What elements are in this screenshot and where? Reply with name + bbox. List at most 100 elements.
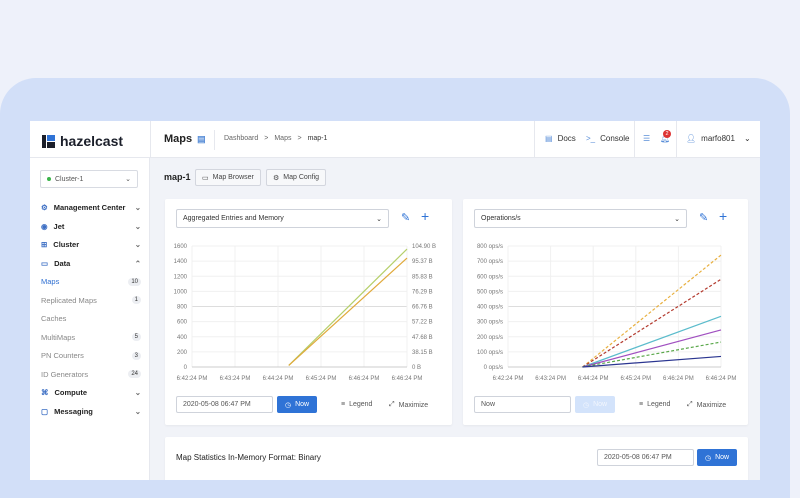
sidebar-item-label: Compute — [54, 388, 88, 397]
y-tick-label: 0 ops/s — [484, 365, 503, 371]
chevron-down-icon: ⌄ — [125, 176, 131, 183]
map-config-button[interactable]: ⚙ Map Config — [266, 169, 327, 186]
cluster-select[interactable]: Cluster-1 ⌄ — [40, 170, 138, 188]
sidebar-item-label: Messaging — [54, 406, 93, 416]
sidebar-item-management-center[interactable]: ⚙ Management Center ⌄ — [41, 203, 141, 212]
series-line-s3 — [582, 315, 722, 368]
jet-icon: ◉ — [41, 221, 48, 231]
maximize-button[interactable]: ⤢ Maximize — [687, 401, 726, 409]
compute-icon: ⌘ — [41, 388, 49, 397]
chart-card-entries: Aggregated Entries and Memory ⌄ ✎ + 0 200 4… — [165, 199, 452, 425]
stats-time-input[interactable]: 2020-05-08 06:47 PM — [597, 449, 694, 466]
crumb-map-1: map-1 — [307, 135, 328, 142]
edit-icon[interactable]: ✎ — [401, 211, 410, 224]
status-dot — [47, 177, 51, 181]
maximize-icon: ⤢ — [687, 401, 693, 408]
time-input[interactable]: Now — [474, 396, 571, 413]
breadcrumb: Dashboard > Maps > map-1 — [224, 135, 328, 142]
folder-icon: ▭ — [41, 258, 49, 268]
doc-icon[interactable]: ▤ — [197, 134, 206, 145]
legend-button[interactable]: ≡ Legend — [639, 401, 670, 408]
legend-icon: ≡ — [341, 401, 346, 408]
sidebar-item-maps[interactable]: Maps 10 — [41, 277, 141, 286]
now-label: Now — [593, 401, 608, 408]
y2-tick-label: 66.76 B — [412, 305, 433, 311]
y-tick-label: 600 — [177, 320, 188, 326]
metric-select-value: Operations/s — [481, 215, 521, 222]
y-tick-label: 1200 — [174, 274, 188, 280]
now-button[interactable]: ◷ Now — [277, 396, 318, 413]
docs-link[interactable]: ▤ Docs — [545, 134, 576, 143]
y-tick-label: 800 ops/s — [477, 244, 503, 250]
clock-icon: ◷ — [705, 454, 712, 462]
x-tick-label: 6:46:24 PM — [349, 376, 380, 382]
user-name: marfo801 — [701, 134, 735, 143]
y2-tick-label: 0 B — [412, 365, 421, 371]
sidebar-item-replicated-maps[interactable]: Replicated Maps 1 — [41, 296, 141, 305]
metric-select[interactable]: Operations/s ⌄ — [474, 209, 687, 228]
sidebar-item-label: MultiMaps — [41, 332, 76, 342]
sidebar-item-caches[interactable]: Caches — [41, 314, 141, 323]
crumb-maps[interactable]: Maps — [274, 135, 291, 142]
map-browser-button[interactable]: ▭ Map Browser — [195, 169, 261, 186]
terminal-icon: >_ — [586, 134, 596, 143]
y2-tick-label: 85.83 B — [412, 274, 433, 280]
legend-label: Legend — [349, 401, 373, 408]
clock-icon: ◷ — [583, 401, 590, 409]
sidebar-item-compute[interactable]: ⌘ Compute ⌄ — [41, 388, 141, 397]
clock-icon: ◷ — [285, 401, 292, 409]
console-label: Console — [600, 134, 630, 143]
header: hazelcast Maps ▤ Dashboard > Maps > map-1 ▤ Do… — [30, 121, 760, 158]
y-tick-label: 1000 — [174, 289, 188, 295]
add-icon[interactable]: + — [421, 208, 429, 224]
y-tick-label: 600 ops/s — [477, 274, 503, 280]
sidebar-item-label: Maps — [41, 277, 60, 286]
y2-tick-label: 47.68 B — [412, 335, 433, 341]
sidebar-item-jet[interactable]: ◉ Jet ⌄ — [41, 222, 141, 231]
chevron-down-icon: ⌄ — [376, 215, 382, 223]
sidebar-item-messaging[interactable]: ▢ Messaging ⌄ — [41, 407, 141, 416]
user-icon: 👤︎ — [686, 134, 697, 143]
sidebar-item-multimaps[interactable]: MultiMaps 5 — [41, 333, 141, 342]
series-line-memory — [288, 257, 408, 366]
hazelcast-logo-icon — [42, 134, 55, 148]
gear-icon: ⚙ — [273, 174, 280, 182]
y-tick-label: 200 — [177, 350, 188, 356]
y-tick-label: 400 — [177, 335, 188, 341]
x-tick-label: 6:46:24 PM — [663, 376, 694, 382]
time-input[interactable]: 2020-05-08 06:47 PM — [176, 396, 273, 413]
sidebar-item-cluster[interactable]: ⊞ Cluster ⌄ — [41, 240, 141, 249]
crumb-dashboard[interactable]: Dashboard — [224, 135, 258, 142]
sidebar-item-data[interactable]: ▭ Data ⌃ — [41, 259, 141, 268]
x-tick-label: 6:44:24 PM — [263, 376, 294, 382]
console-link[interactable]: >_ Console — [586, 134, 629, 143]
now-label: Now — [295, 401, 310, 408]
y-tick-label: 1600 — [174, 244, 188, 250]
chevron-down-icon: ⌄ — [674, 215, 680, 223]
y2-tick-label: 38.15 B — [412, 350, 433, 356]
add-icon[interactable]: + — [719, 208, 727, 224]
grid-icon: ⊞ — [41, 240, 48, 249]
legend-button[interactable]: ≡ Legend — [341, 401, 372, 408]
y-tick-label: 200 ops/s — [477, 335, 503, 341]
server-icon[interactable]: ☰ — [643, 134, 650, 143]
app-window: hazelcast Maps ▤ Dashboard > Maps > map-1 ▤ Do… — [30, 121, 760, 480]
stats-now-button[interactable]: ◷ Now — [697, 449, 738, 466]
stats-title: Map Statistics In-Memory Format: Binary — [176, 453, 321, 462]
y-tick-label: 500 ops/s — [477, 289, 503, 295]
logo[interactable]: hazelcast — [42, 133, 123, 149]
gear-icon: ⚙ — [41, 203, 48, 212]
map-browser-label: Map Browser — [212, 174, 254, 181]
maximize-button[interactable]: ⤢ Maximize — [389, 401, 428, 409]
sidebar-item-id-generators[interactable]: ID Generators 24 — [41, 370, 141, 379]
sidebar-item-label: Jet — [53, 221, 65, 231]
sidebar-item-pn-counters[interactable]: PN Counters 3 — [41, 351, 141, 360]
chevron-up-icon: ⌃ — [134, 258, 141, 268]
x-tick-label: 6:45:24 PM — [620, 376, 651, 382]
sidebar-item-label: Cluster — [53, 240, 80, 249]
edit-icon[interactable]: ✎ — [699, 211, 708, 224]
folder-icon: ▭ — [202, 174, 209, 182]
user-menu[interactable]: 👤︎ marfo801 ⌄ — [686, 134, 751, 143]
now-button[interactable]: ◷ Now — [575, 396, 616, 413]
metric-select[interactable]: Aggregated Entries and Memory ⌄ — [176, 209, 389, 228]
